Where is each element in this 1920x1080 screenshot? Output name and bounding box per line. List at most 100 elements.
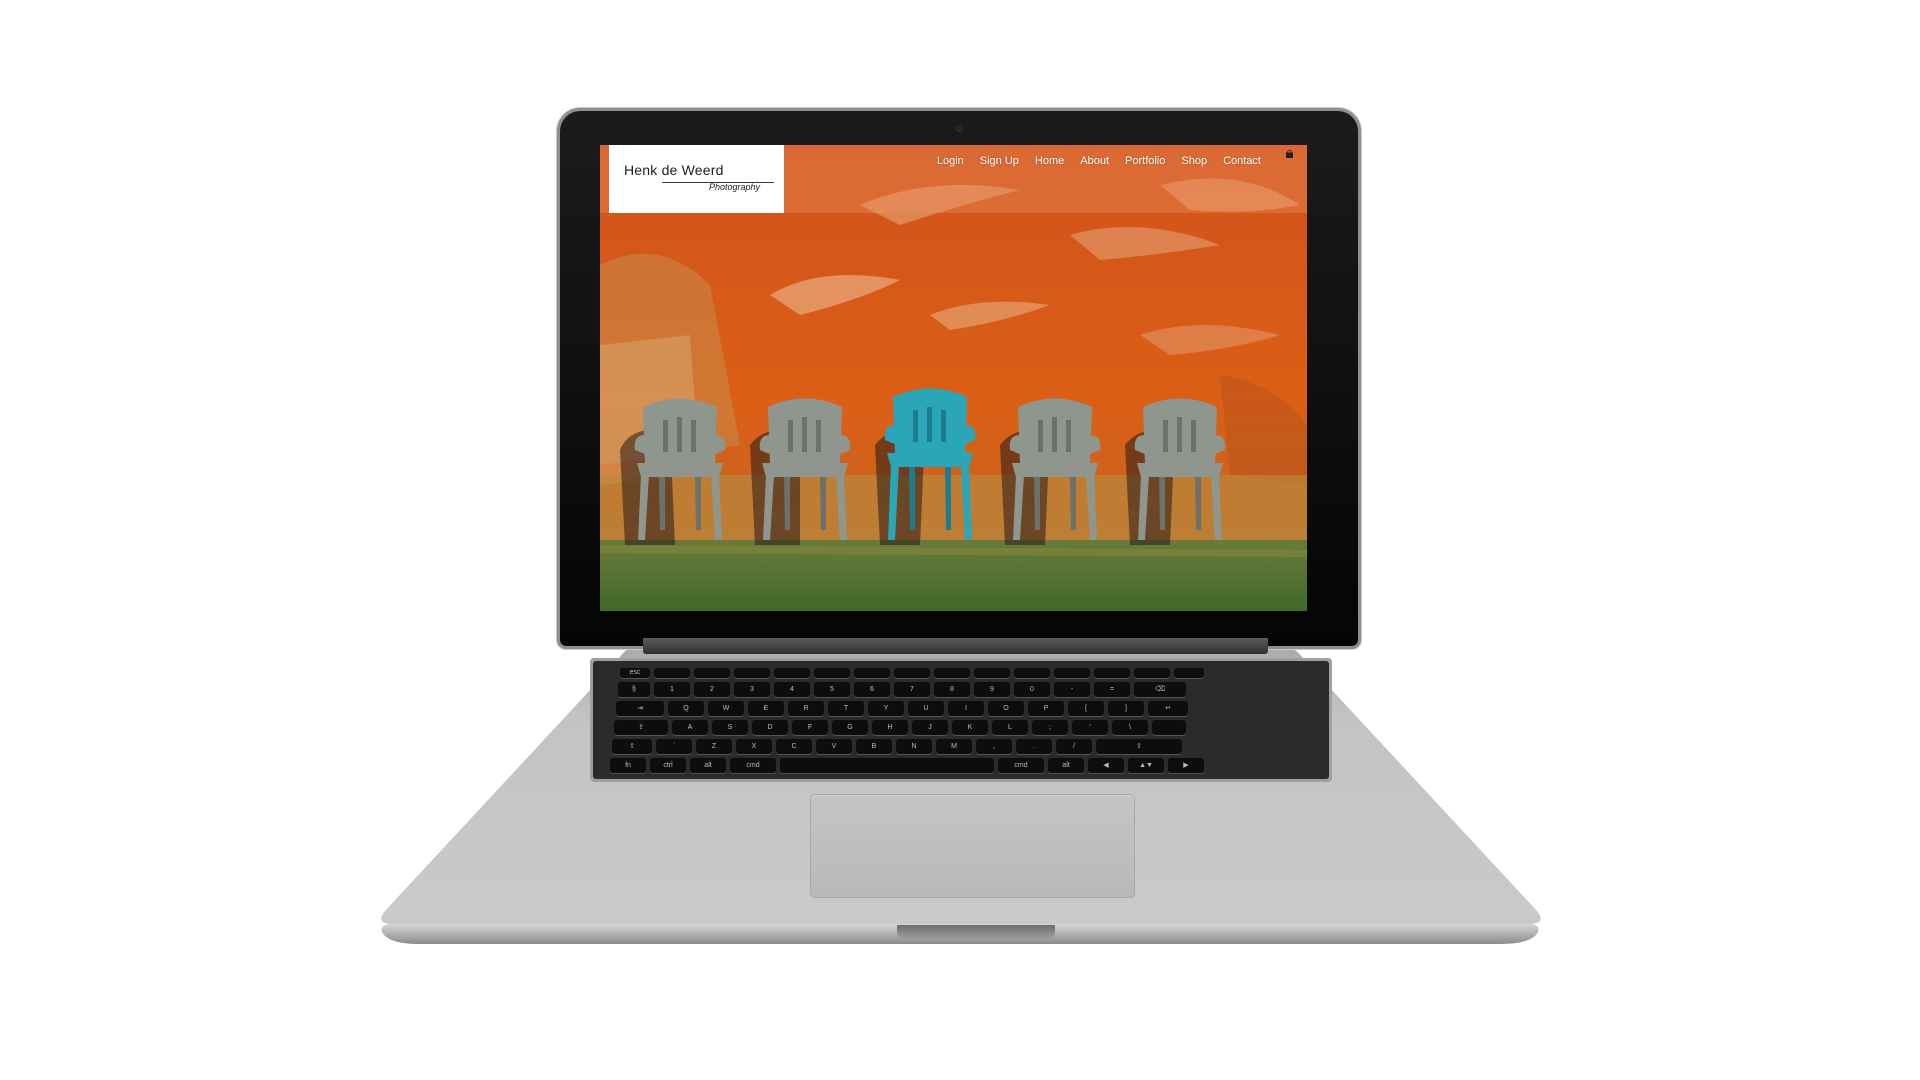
keyboard-key: 2 [694, 682, 730, 697]
keyboard-key: ctrl [650, 758, 686, 773]
keyboard-row: ⇥ Q W E R T Y U I O P [] ↵ [616, 701, 1192, 716]
keyboard-key: cmd [730, 758, 776, 773]
stage: Henk de Weerd Photography Login Sign Up … [0, 0, 1920, 1080]
logo-subtitle: Photography [709, 182, 761, 192]
keyboard-key: H [872, 720, 908, 735]
keyboard-key: - [1054, 682, 1090, 697]
keyboard-key: ▲▼ [1128, 758, 1164, 773]
keyboard-key [734, 668, 770, 678]
nav-login[interactable]: Login [929, 155, 972, 167]
keyboard-key [934, 668, 970, 678]
keyboard-key: F [792, 720, 828, 735]
keyboard-key: / [1056, 739, 1092, 754]
keyboard-key [780, 758, 994, 773]
keyboard-key: ⌫ [1134, 682, 1186, 697]
keyboard-key: ⇪ [614, 720, 668, 735]
keyboard-key [1054, 668, 1090, 678]
keyboard-key: ` [656, 739, 692, 754]
hero-image [600, 145, 1307, 611]
laptop-hinge [643, 638, 1268, 654]
shopping-bag-icon[interactable] [1285, 150, 1294, 158]
keyboard-key: V [816, 739, 852, 754]
keyboard-key: 9 [974, 682, 1010, 697]
keyboard-key: U [908, 701, 944, 716]
keyboard-key: 8 [934, 682, 970, 697]
keyboard-key [1134, 668, 1170, 678]
keyboard-key [894, 668, 930, 678]
keyboard-key: E [748, 701, 784, 716]
keyboard-key [1152, 720, 1186, 735]
keyboard-key: J [912, 720, 948, 735]
keyboard-key: ' [1072, 720, 1108, 735]
keyboard-row: § 1 2 3 4 5 6 7 8 9 0- = ⌫ [618, 682, 1190, 697]
keyboard-key: alt [1048, 758, 1084, 773]
keyboard-key: 7 [894, 682, 930, 697]
keyboard-key: alt [690, 758, 726, 773]
lid-notch [897, 925, 1055, 939]
keyboard-key: O [988, 701, 1024, 716]
nav-home[interactable]: Home [1027, 155, 1072, 167]
keyboard-key: cmd [998, 758, 1044, 773]
keyboard-key: . [1016, 739, 1052, 754]
keyboard-key: P [1028, 701, 1064, 716]
keyboard-key [774, 668, 810, 678]
keyboard-key: ] [1108, 701, 1144, 716]
keyboard-key: ◀ [1088, 758, 1124, 773]
keyboard-key: K [952, 720, 988, 735]
keyboard-key: ⇧ [612, 739, 652, 754]
logo-name: Henk de Weerd [624, 162, 724, 178]
keyboard-key [974, 668, 1010, 678]
keyboard-key: , [976, 739, 1012, 754]
keyboard-key: L [992, 720, 1028, 735]
keyboard-key: esc [620, 668, 650, 678]
nav-contact[interactable]: Contact [1215, 155, 1269, 167]
keyboard-key: D [752, 720, 788, 735]
keyboard-key: A [672, 720, 708, 735]
keyboard-key: N [896, 739, 932, 754]
keyboard-row: ⇧ ` Z X C V B N M,. / ⇧ [612, 739, 1186, 754]
keyboard-key: Q [668, 701, 704, 716]
keyboard-key: R [788, 701, 824, 716]
keyboard-key [1014, 668, 1050, 678]
keyboard-key: 3 [734, 682, 770, 697]
keyboard-key: = [1094, 682, 1130, 697]
keyboard-key: 6 [854, 682, 890, 697]
nav-sign-up[interactable]: Sign Up [972, 155, 1027, 167]
keyboard-row: esc [620, 668, 1208, 678]
laptop-screen: Henk de Weerd Photography Login Sign Up … [600, 145, 1307, 611]
keyboard-key: S [712, 720, 748, 735]
keyboard-key: 1 [654, 682, 690, 697]
keyboard-key [654, 668, 690, 678]
keyboard-key [694, 668, 730, 678]
keyboard-key [814, 668, 850, 678]
keyboard-key: B [856, 739, 892, 754]
keyboard-key: M [936, 739, 972, 754]
keyboard-key: G [832, 720, 868, 735]
main-nav: Login Sign Up Home About Portfolio Shop … [929, 155, 1269, 167]
keyboard-key: ▶ [1168, 758, 1204, 773]
keyboard-key: ⇥ [616, 701, 664, 716]
nav-shop[interactable]: Shop [1173, 155, 1215, 167]
keyboard-key [854, 668, 890, 678]
nav-portfolio[interactable]: Portfolio [1117, 155, 1173, 167]
site-logo[interactable]: Henk de Weerd Photography [609, 145, 784, 213]
keyboard-row: ⇪ A S D F G H J K L; ' \ [614, 720, 1190, 735]
keyboard-key: Z [696, 739, 732, 754]
nav-about[interactable]: About [1072, 155, 1117, 167]
keyboard-row: fn ctrl alt cmd cmd alt ◀ ▲▼ ▶ [610, 758, 1208, 773]
keyboard: esc § 1 2 3 4 5 6 7 8 9 0- = ⌫ ⇥ Q W E R T Y U I O P [] ↵ ⇪ A S D F G H J K… [600, 664, 1322, 776]
keyboard-key [1094, 668, 1130, 678]
keyboard-key: fn [610, 758, 646, 773]
keyboard-key: ↵ [1148, 701, 1188, 716]
keyboard-key: ⇧ [1096, 739, 1182, 754]
keyboard-key: W [708, 701, 744, 716]
keyboard-key: C [776, 739, 812, 754]
keyboard-key: 4 [774, 682, 810, 697]
keyboard-key: X [736, 739, 772, 754]
keyboard-key: Y [868, 701, 904, 716]
keyboard-key: 5 [814, 682, 850, 697]
keyboard-key: T [828, 701, 864, 716]
trackpad[interactable] [810, 794, 1135, 898]
keyboard-key: ; [1032, 720, 1068, 735]
keyboard-key: 0 [1014, 682, 1050, 697]
